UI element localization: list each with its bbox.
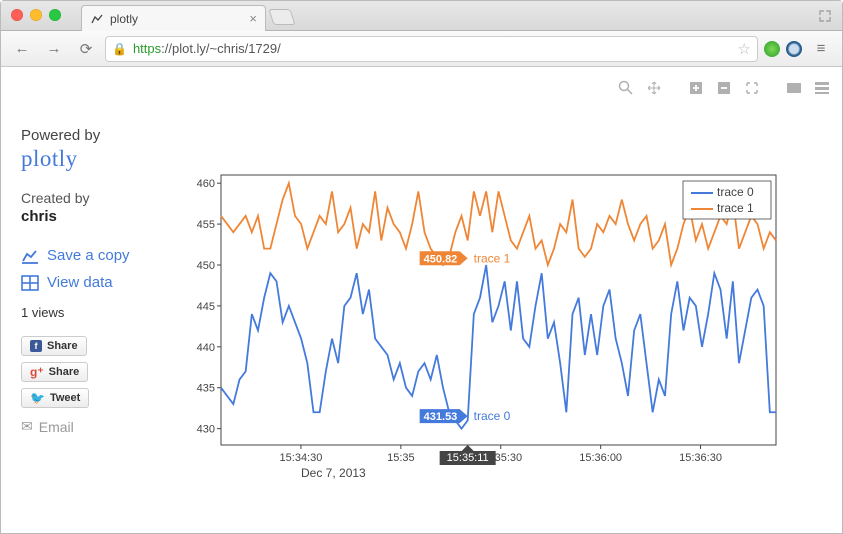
new-tab-button[interactable] [268, 9, 295, 25]
twitter-icon: 🐦 [30, 391, 45, 405]
y-tick-label: 435 [197, 383, 215, 395]
reload-button[interactable]: ⟳ [73, 37, 99, 61]
show-closest-icon[interactable] [784, 79, 804, 97]
forward-button[interactable]: → [41, 37, 67, 61]
y-tick-label: 455 [197, 219, 215, 231]
close-window-button[interactable] [11, 9, 23, 21]
svg-text:431.53: 431.53 [424, 411, 458, 423]
y-tick-label: 430 [197, 424, 215, 436]
autoscale-icon[interactable] [742, 79, 762, 97]
extension-icon[interactable] [764, 41, 780, 57]
x-tick-label: 15:36:30 [679, 452, 722, 464]
compare-icon[interactable] [812, 79, 832, 97]
pan-icon[interactable] [644, 79, 664, 97]
author-name[interactable]: chris [21, 208, 171, 225]
x-tick-label: 15:34:30 [280, 452, 323, 464]
facebook-icon: f [30, 340, 42, 352]
facebook-share-button[interactable]: fShare [21, 336, 87, 356]
zoom-out-icon[interactable] [714, 79, 734, 97]
lock-icon: 🔒 [112, 42, 127, 56]
legend-trace0[interactable]: trace 0 [717, 185, 754, 199]
svg-text:15:35:11: 15:35:11 [447, 452, 489, 464]
url-path: ://plot.ly/~chris/1729/ [161, 41, 281, 56]
line-chart[interactable]: 430 435 440 445 450 455 460 15:34:30 15:35 15:35… [191, 167, 831, 507]
plot-toolbar [616, 79, 832, 97]
address-bar[interactable]: 🔒 https://plot.ly/~chris/1729/ ☆ [105, 36, 758, 62]
svg-text:trace 1: trace 1 [474, 251, 511, 265]
browser-tab[interactable]: plotly × [81, 5, 266, 31]
save-copy-icon [21, 248, 39, 264]
views-count: 1 views [21, 305, 171, 320]
zoom-window-button[interactable] [49, 9, 61, 21]
powered-by-label: Powered by [21, 127, 171, 144]
browser-tabbar: plotly × [1, 1, 842, 31]
save-copy-label: Save a copy [47, 247, 130, 264]
email-icon: ✉ [21, 418, 33, 435]
legend-trace1[interactable]: trace 1 [717, 201, 754, 215]
email-link[interactable]: ✉Email [21, 418, 171, 435]
x-tick-label: 15:35 [387, 452, 415, 464]
view-data-label: View data [47, 274, 113, 291]
window-controls [11, 9, 61, 21]
close-tab-icon[interactable]: × [249, 11, 257, 26]
googleplus-icon: g⁺ [30, 365, 44, 379]
fullscreen-icon[interactable] [818, 9, 832, 23]
tab-favicon [90, 12, 104, 26]
googleplus-share-button[interactable]: g⁺Share [21, 362, 88, 382]
save-copy-link[interactable]: Save a copy [21, 247, 171, 264]
share-buttons: fShare g⁺Share 🐦Tweet [21, 336, 171, 408]
svg-text:trace 0: trace 0 [474, 409, 511, 423]
page-content: Powered by plotly Created by chris Save … [1, 67, 842, 533]
svg-text:450.82: 450.82 [424, 253, 458, 265]
y-tick-label: 440 [197, 342, 215, 354]
y-tick-label: 445 [197, 301, 215, 313]
url-protocol: https [133, 41, 161, 56]
extension-icon[interactable] [786, 41, 802, 57]
menu-button[interactable]: ≡ [808, 37, 834, 61]
sidebar: Powered by plotly Created by chris Save … [21, 127, 171, 435]
y-tick-label: 460 [197, 178, 215, 190]
view-data-link[interactable]: View data [21, 274, 171, 291]
zoom-icon[interactable] [616, 79, 636, 97]
date-annotation: Dec 7, 2013 [301, 466, 366, 480]
minimize-window-button[interactable] [30, 9, 42, 21]
zoom-in-icon[interactable] [686, 79, 706, 97]
bookmark-star-icon[interactable]: ☆ [738, 40, 751, 58]
view-data-icon [21, 275, 39, 291]
y-tick-label: 450 [197, 260, 215, 272]
plotly-logo[interactable]: plotly [21, 146, 171, 172]
browser-navbar: ← → ⟳ 🔒 https://plot.ly/~chris/1729/ ☆ ≡ [1, 31, 842, 67]
twitter-share-button[interactable]: 🐦Tweet [21, 388, 89, 408]
x-tick-label: 15:36:00 [579, 452, 622, 464]
back-button[interactable]: ← [9, 37, 35, 61]
created-by-label: Created by [21, 190, 171, 206]
hover-x-tag: 15:35:11 [440, 445, 496, 465]
tab-title: plotly [110, 12, 138, 26]
